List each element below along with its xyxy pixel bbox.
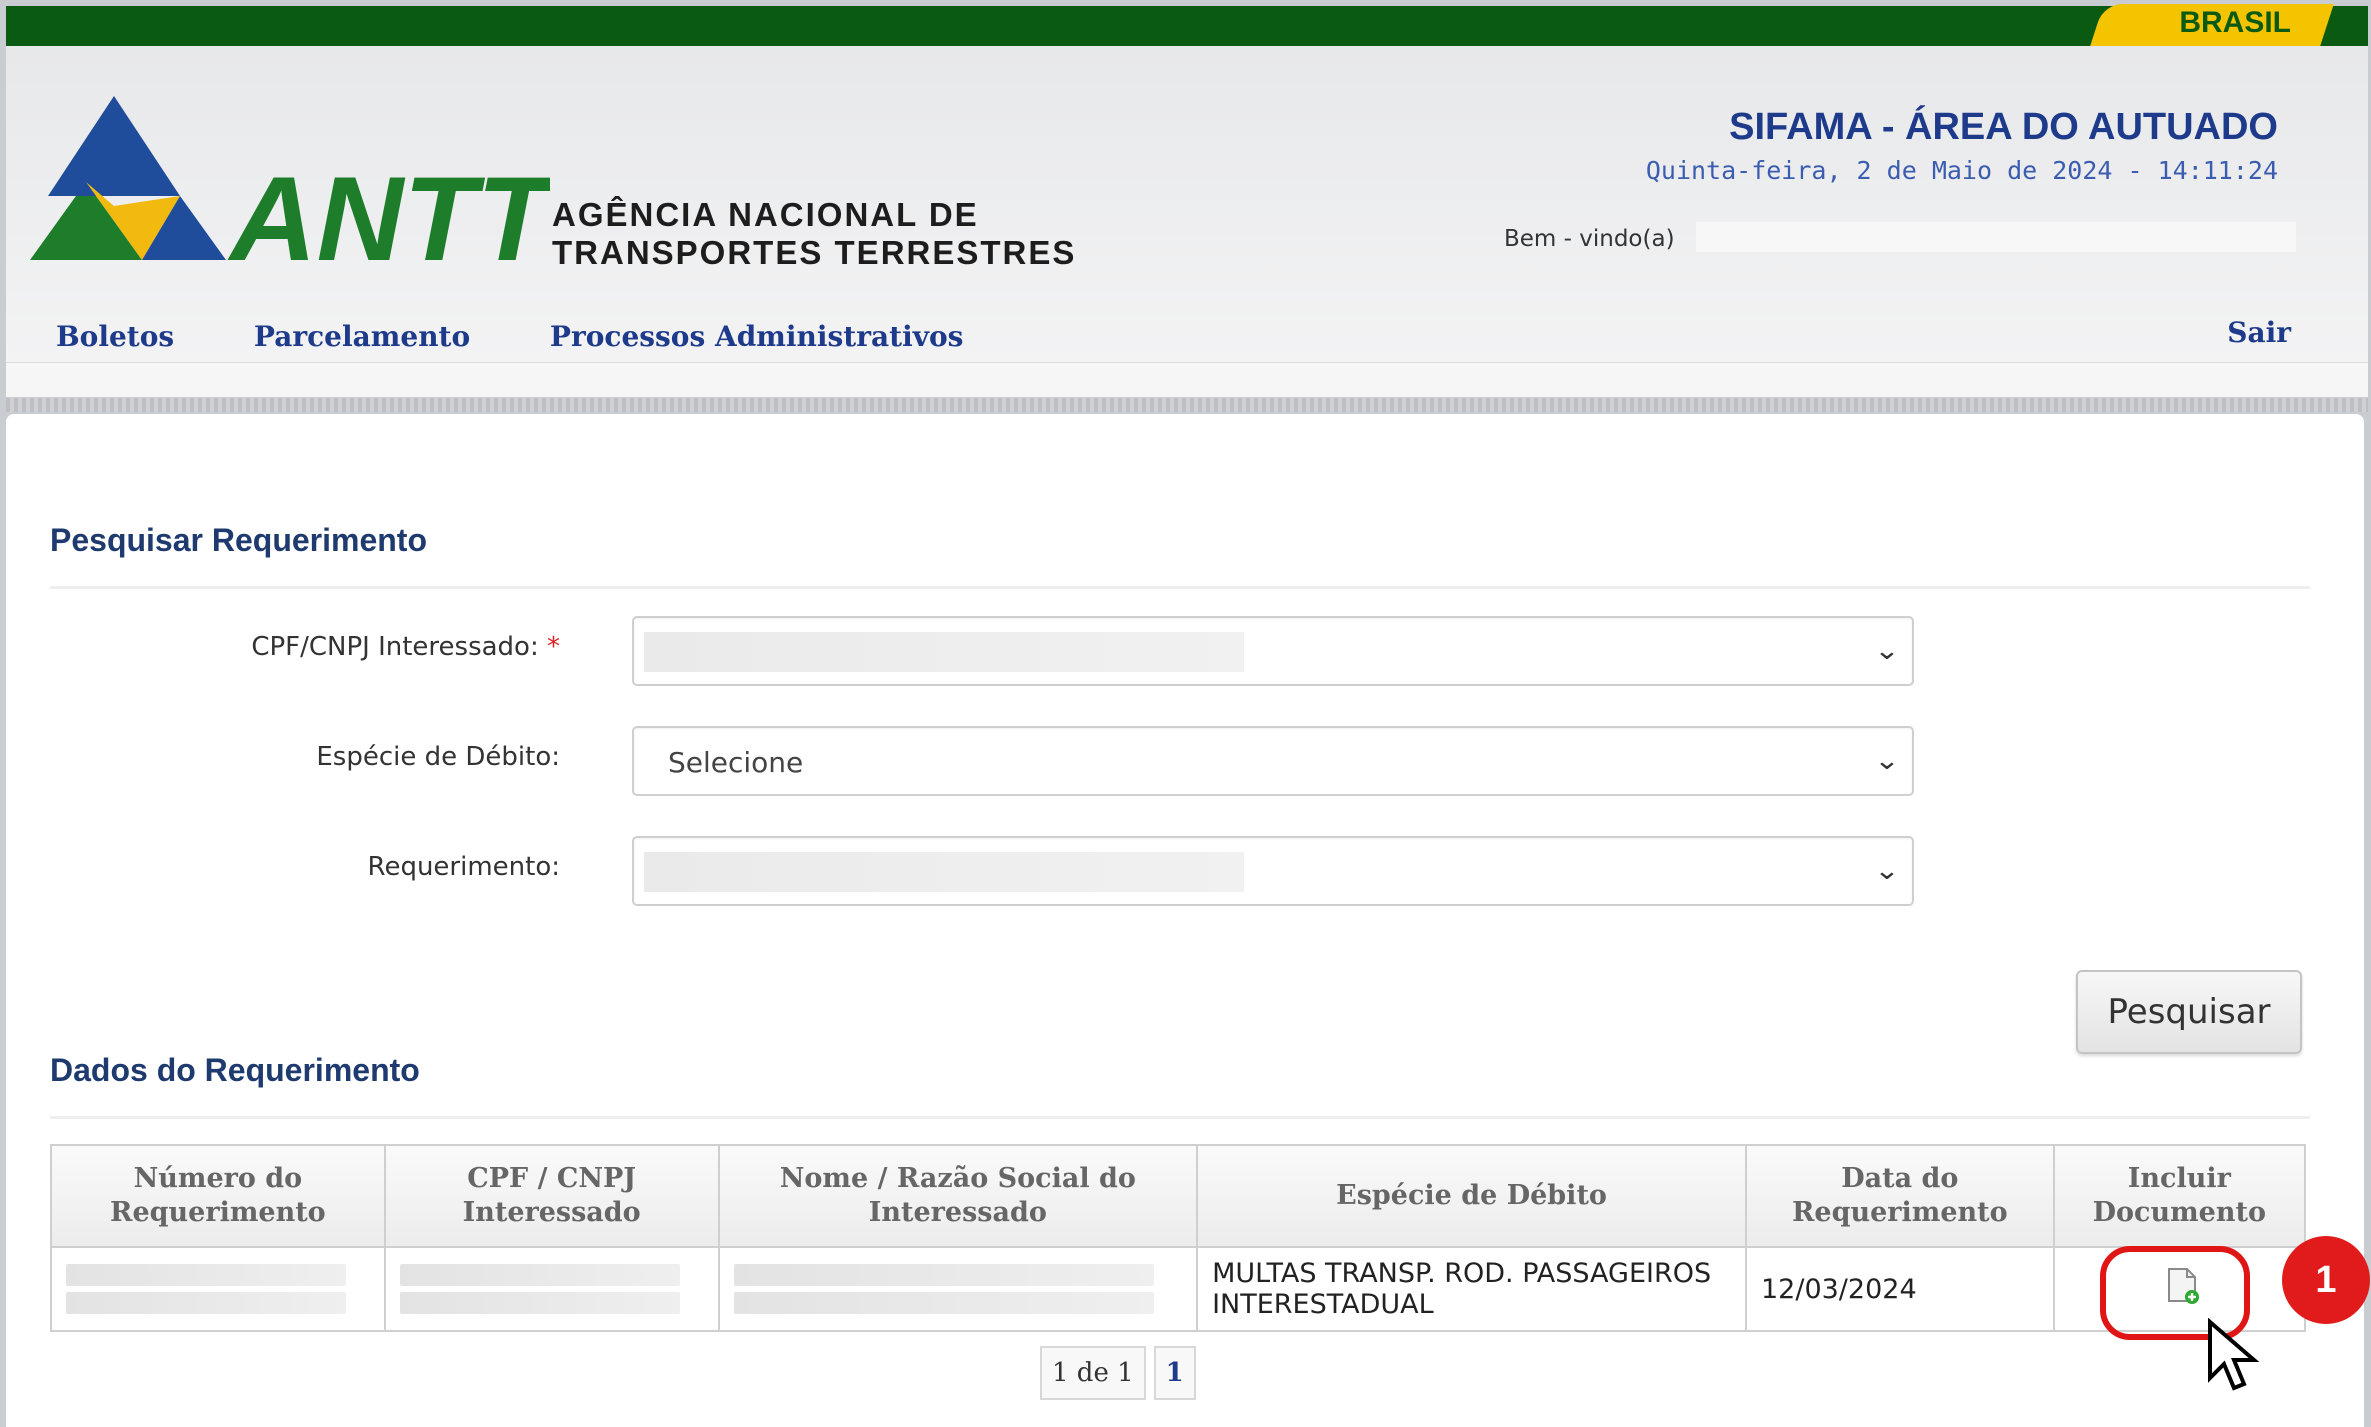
especie-select[interactable]: Selecione ⌄ — [632, 726, 1914, 796]
search-section-title: Pesquisar Requerimento — [50, 522, 427, 558]
chevron-down-icon: ⌄ — [1874, 746, 1901, 776]
antt-logo[interactable]: ANTT — [30, 96, 550, 266]
results-divider — [50, 1116, 2310, 1119]
col-nome[interactable]: Nome / Razão Social do Interessado — [717, 1144, 1199, 1248]
cpf-select[interactable]: ⌄ — [632, 616, 1914, 686]
menu-item-boletos[interactable]: Boletos — [56, 320, 174, 353]
agency-line1: AGÊNCIA NACIONAL DE — [552, 196, 979, 233]
cell-numero-redacted — [50, 1246, 386, 1332]
step-badge: 1 — [2282, 1236, 2370, 1324]
user-name-redacted — [1696, 222, 2296, 252]
cpf-value-redacted — [644, 632, 1244, 672]
current-datetime: Quinta-feira, 2 de Maio de 2024 - 14:11:… — [1645, 156, 2278, 185]
mouse-pointer-icon — [2208, 1318, 2260, 1391]
table-row: MULTAS TRANSP. ROD. PASSAGEIROS INTEREST… — [50, 1246, 2307, 1332]
results-section-title: Dados do Requerimento — [50, 1052, 420, 1088]
search-divider — [50, 586, 2310, 589]
page-info: 1 de 1 — [1040, 1346, 1146, 1400]
welcome-text: Bem - vindo(a) — [1504, 226, 1675, 252]
pesquisar-button[interactable]: Pesquisar — [2076, 970, 2302, 1054]
gov-top-strip — [6, 6, 2368, 46]
browser-frame: BRASIL ANTT AGÊNCIA NACIONAL DE TRANSPOR… — [0, 0, 2371, 1427]
menu-item-parcelamento[interactable]: Parcelamento — [254, 320, 470, 353]
especie-selected-value: Selecione — [668, 746, 804, 779]
logo-wordmark: ANTT — [227, 152, 550, 266]
cell-cpf-redacted — [383, 1246, 720, 1332]
col-numero[interactable]: Número do Requerimento — [50, 1144, 386, 1248]
pagination: 1 de 11 — [1040, 1346, 1204, 1400]
agency-line2: TRANSPORTES TERRESTRES — [552, 234, 1077, 271]
col-data[interactable]: Data do Requerimento — [1745, 1144, 2055, 1248]
chevron-down-icon: ⌄ — [1874, 856, 1901, 886]
chevron-down-icon: ⌄ — [1874, 636, 1901, 666]
col-incluir: Incluir Documento — [2052, 1144, 2307, 1248]
col-especie[interactable]: Espécie de Débito — [1196, 1144, 1747, 1248]
site-header: ANTT AGÊNCIA NACIONAL DE TRANSPORTES TER… — [6, 46, 2368, 362]
main-menu: Boletos Parcelamento Processos Administr… — [56, 320, 1033, 353]
page-1-link[interactable]: 1 — [1153, 1346, 1196, 1400]
col-cpf[interactable]: CPF / CNPJ Interessado — [383, 1144, 720, 1248]
cell-nome-redacted — [717, 1246, 1199, 1332]
results-table: Número do Requerimento CPF / CNPJ Intere… — [50, 1144, 2307, 1332]
cpf-label-text: CPF/CNPJ Interessado: — [251, 632, 539, 662]
menu-item-processos[interactable]: Processos Administrativos — [550, 320, 964, 353]
logout-link[interactable]: Sair — [2227, 316, 2291, 349]
header-divider — [6, 398, 2368, 412]
table-header-row: Número do Requerimento CPF / CNPJ Intere… — [50, 1144, 2307, 1248]
header-bar — [6, 362, 2368, 397]
especie-label: Espécie de Débito: — [316, 742, 560, 772]
requerimento-value-redacted — [644, 852, 1244, 892]
system-title: SIFAMA - ÁREA DO AUTUADO — [1729, 106, 2278, 148]
brasil-label[interactable]: BRASIL — [2179, 6, 2291, 40]
cell-especie: MULTAS TRANSP. ROD. PASSAGEIROS INTEREST… — [1196, 1246, 1747, 1332]
cell-data: 12/03/2024 — [1745, 1246, 2055, 1332]
required-mark: * — [547, 632, 560, 662]
requerimento-label: Requerimento: — [367, 852, 560, 882]
agency-name: AGÊNCIA NACIONAL DE TRANSPORTES TERRESTR… — [552, 196, 1076, 272]
requerimento-select[interactable]: ⌄ — [632, 836, 1914, 906]
cpf-label: CPF/CNPJ Interessado: * — [40, 632, 560, 662]
